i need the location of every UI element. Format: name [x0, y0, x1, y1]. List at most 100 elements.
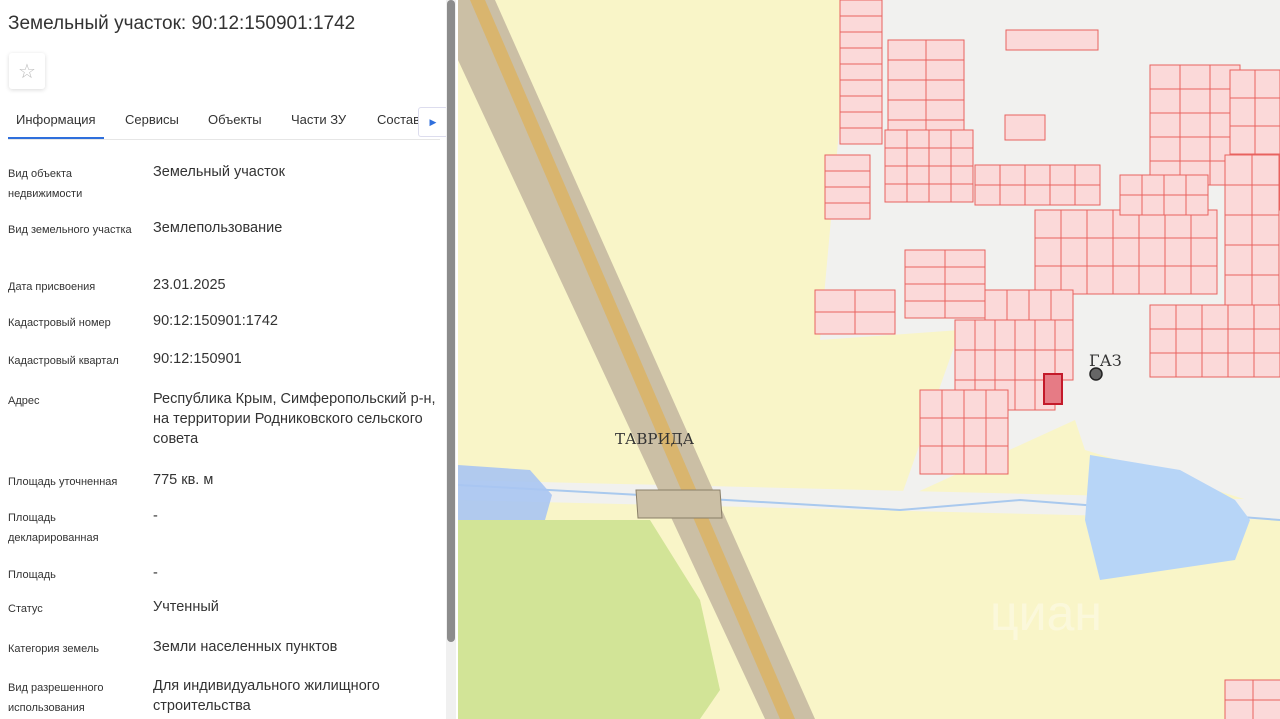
tabs-scroll-right-button[interactable]: ▶ [418, 107, 447, 137]
land-plot[interactable] [1185, 174, 1209, 196]
land-plot[interactable] [824, 154, 871, 172]
land-plot[interactable] [1164, 237, 1192, 267]
scrollbar[interactable] [446, 0, 456, 719]
selected-plot[interactable] [1043, 373, 1063, 405]
land-plot[interactable] [1253, 304, 1280, 330]
land-plot[interactable] [954, 349, 976, 381]
land-plot[interactable] [1201, 328, 1229, 354]
land-plot[interactable] [1251, 154, 1280, 186]
land-plot[interactable] [839, 63, 883, 81]
land-plot[interactable] [919, 389, 943, 419]
land-plot[interactable] [839, 0, 883, 17]
land-plot[interactable] [1014, 379, 1036, 411]
land-plot[interactable] [1149, 64, 1181, 90]
land-plot[interactable] [944, 266, 986, 285]
land-plot[interactable] [941, 389, 965, 419]
land-plot[interactable] [928, 129, 952, 149]
land-plot[interactable] [1049, 164, 1076, 186]
land-plot[interactable] [904, 300, 946, 319]
land-plot[interactable] [887, 99, 927, 121]
land-plot[interactable] [1138, 237, 1166, 267]
land-plot[interactable] [839, 95, 883, 113]
land-plot[interactable] [1252, 699, 1280, 719]
land-plot[interactable] [1034, 319, 1056, 351]
land-plot[interactable] [974, 164, 1001, 186]
tab-info[interactable]: Информация [8, 112, 104, 139]
land-plot[interactable] [839, 111, 883, 129]
tab-parts[interactable]: Части ЗУ [291, 112, 346, 127]
land-plot[interactable] [974, 319, 996, 351]
land-plot[interactable] [1227, 304, 1255, 330]
land-plot[interactable] [925, 99, 965, 121]
land-plot[interactable] [1252, 679, 1280, 701]
land-plot[interactable] [1149, 88, 1181, 114]
land-plot[interactable] [1179, 112, 1211, 138]
land-plot[interactable] [944, 283, 986, 302]
land-plot[interactable] [1175, 352, 1203, 378]
land-plot[interactable] [884, 129, 908, 149]
land-plot[interactable] [985, 417, 1009, 447]
land-plot[interactable] [963, 389, 987, 419]
land-plot[interactable] [928, 165, 952, 185]
land-plot[interactable] [1086, 237, 1114, 267]
land-plot[interactable] [928, 183, 952, 203]
land-plot[interactable] [1175, 328, 1203, 354]
land-plot[interactable] [1190, 237, 1218, 267]
favorite-button[interactable]: ☆ [9, 53, 45, 89]
land-plot[interactable] [1024, 164, 1051, 186]
land-plot[interactable] [1224, 184, 1253, 216]
land-plot[interactable] [1149, 112, 1181, 138]
land-plot[interactable] [1229, 97, 1256, 127]
land-plot[interactable] [984, 289, 1008, 321]
land-plot[interactable] [963, 417, 987, 447]
land-plot[interactable] [1251, 274, 1280, 306]
land-plot[interactable] [1179, 136, 1211, 162]
land-plot[interactable] [1224, 699, 1254, 719]
land-plot[interactable] [1227, 328, 1255, 354]
land-plot[interactable] [904, 249, 946, 268]
land-plot[interactable] [1254, 125, 1280, 155]
land-plot[interactable] [1074, 184, 1101, 206]
land-plot[interactable] [1119, 174, 1143, 196]
land-plot[interactable] [854, 311, 896, 335]
land-plot[interactable] [950, 165, 974, 185]
land-plot[interactable] [999, 184, 1026, 206]
land-plot[interactable] [985, 389, 1009, 419]
tab-services[interactable]: Сервисы [125, 112, 179, 127]
scrollbar-thumb[interactable] [447, 0, 455, 642]
land-plot[interactable] [1224, 154, 1253, 186]
land-plot[interactable] [884, 147, 908, 167]
land-plot[interactable] [839, 15, 883, 33]
land-plot[interactable] [1190, 265, 1218, 295]
land-plot[interactable] [1086, 209, 1114, 239]
land-plot[interactable] [1049, 184, 1076, 206]
land-plot[interactable] [1149, 136, 1181, 162]
land-plot[interactable] [887, 39, 927, 61]
land-plot[interactable] [814, 311, 856, 335]
land-plot[interactable] [1149, 352, 1177, 378]
land-plot[interactable] [824, 202, 871, 220]
land-plot[interactable] [1224, 244, 1253, 276]
land-plot[interactable] [994, 319, 1016, 351]
land-plot[interactable] [1034, 237, 1062, 267]
land-plot[interactable] [854, 289, 896, 313]
land-plot[interactable] [884, 183, 908, 203]
land-plot[interactable] [1060, 209, 1088, 239]
land-plot[interactable] [1138, 265, 1166, 295]
land-plot[interactable] [1224, 274, 1253, 306]
land-plot[interactable] [1251, 184, 1280, 216]
land-plot[interactable] [1179, 64, 1211, 90]
land-plot[interactable] [906, 147, 930, 167]
land-plot[interactable] [906, 183, 930, 203]
land-plot[interactable] [839, 127, 883, 145]
land-plot[interactable] [1112, 237, 1140, 267]
land-plot[interactable] [954, 319, 976, 351]
land-plot[interactable] [1224, 679, 1254, 701]
land-plot[interactable] [1253, 328, 1280, 354]
land-plot[interactable] [1074, 164, 1101, 186]
land-plot[interactable] [1201, 304, 1229, 330]
land-plot[interactable] [985, 445, 1009, 475]
land-plot[interactable] [1141, 194, 1165, 216]
land-plot[interactable] [906, 165, 930, 185]
land-plot[interactable] [1229, 69, 1256, 99]
